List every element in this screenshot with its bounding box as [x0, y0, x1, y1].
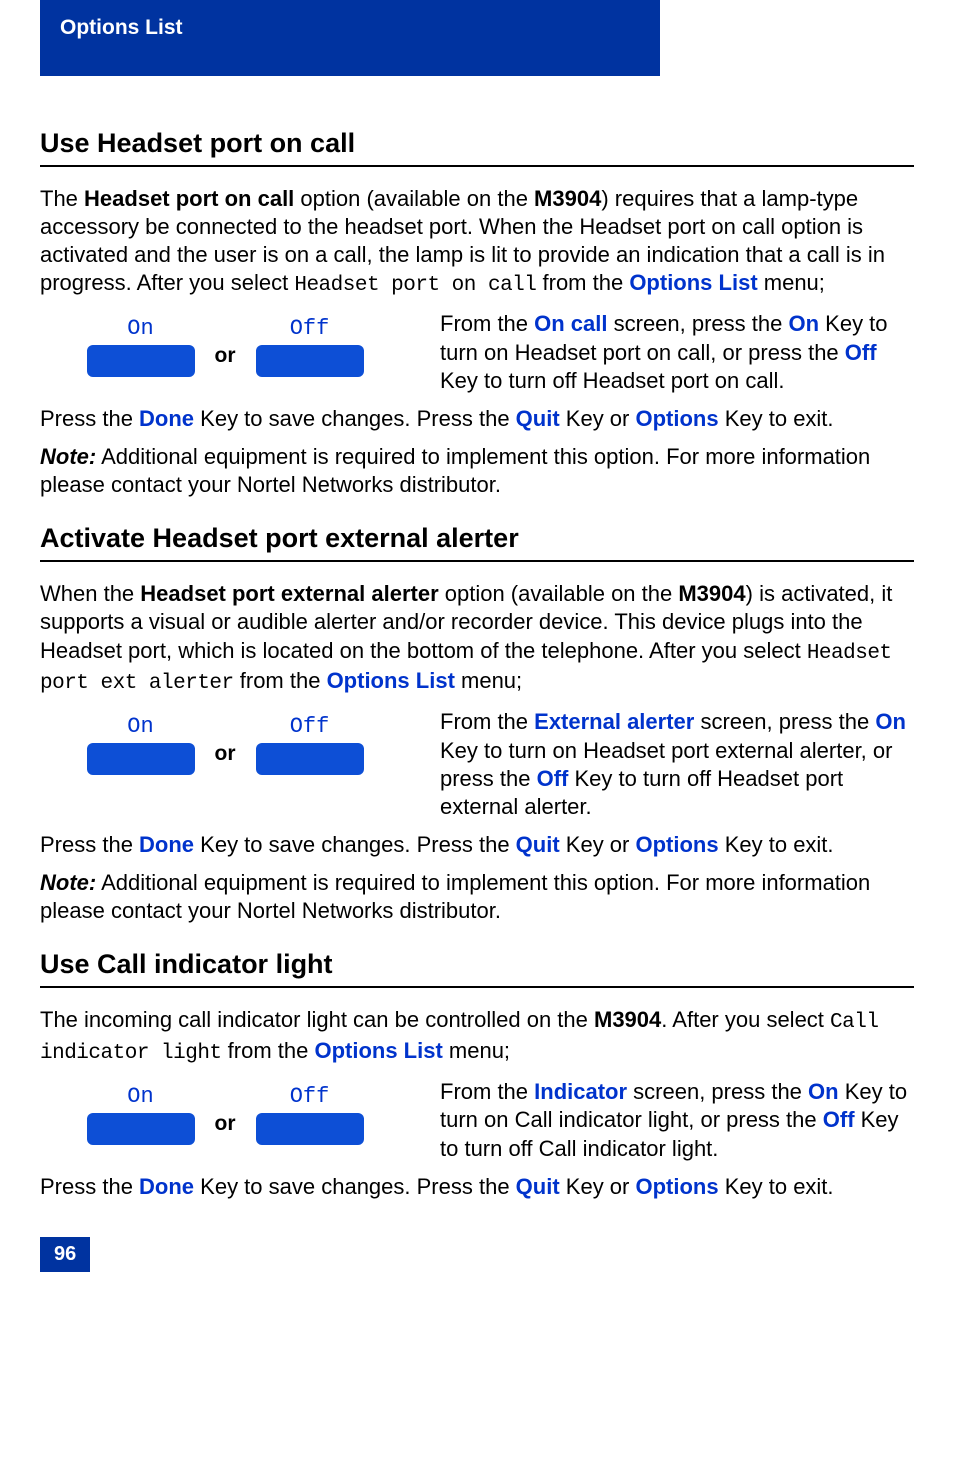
quit-key-link: Quit	[516, 1174, 560, 1199]
section3-done: Press the Done Key to save changes. Pres…	[40, 1173, 914, 1201]
header-tab: Options List	[40, 0, 660, 76]
options-key-link: Options	[635, 832, 718, 857]
indicator-link: Indicator	[534, 1079, 627, 1104]
done-key-link: Done	[139, 832, 194, 857]
text: Press the	[40, 1174, 139, 1199]
text-bold: Headset port on call	[84, 186, 294, 211]
on-call-link: On call	[534, 311, 607, 336]
section1-done: Press the Done Key to save changes. Pres…	[40, 405, 914, 433]
text: option (available on the	[294, 186, 534, 211]
section3-desc: From the Indicator screen, press the On …	[440, 1078, 914, 1162]
softkey-block: On or Off	[40, 708, 410, 775]
external-alerter-link: External alerter	[534, 709, 694, 734]
section1-desc: From the On call screen, press the On Ke…	[440, 310, 914, 394]
text: from the	[536, 270, 629, 295]
on-key-link: On	[808, 1079, 839, 1104]
off-key-link: Off	[537, 766, 569, 791]
text: When the	[40, 581, 140, 606]
text: Press the	[40, 406, 139, 431]
text: Key or	[560, 406, 636, 431]
on-key-link: On	[788, 311, 819, 336]
section1-note: Note: Additional equipment is required t…	[40, 443, 914, 499]
text: menu;	[443, 1038, 510, 1063]
options-list-link[interactable]: Options List	[327, 668, 455, 693]
softkey-on[interactable]	[87, 345, 195, 377]
done-key-link: Done	[139, 406, 194, 431]
softkey-block: On or Off	[40, 310, 410, 377]
text: The incoming call indicator light can be…	[40, 1007, 594, 1032]
section2-intro: When the Headset port external alerter o…	[40, 580, 914, 698]
note-text: Additional equipment is required to impl…	[40, 444, 870, 497]
text: Key or	[560, 1174, 636, 1199]
options-key-link: Options	[635, 1174, 718, 1199]
text: menu;	[758, 270, 825, 295]
text-bold: Headset port external alerter	[140, 581, 438, 606]
off-key-link: Off	[845, 340, 877, 365]
quit-key-link: Quit	[516, 832, 560, 857]
text-bold: M3904	[678, 581, 745, 606]
text: menu;	[455, 668, 522, 693]
text-mono: Headset port on call	[294, 274, 536, 297]
page-number: 96	[40, 1237, 90, 1272]
section3-intro: The incoming call indicator light can be…	[40, 1006, 914, 1068]
text: Key to save changes. Press the	[194, 406, 516, 431]
or-text: or	[215, 724, 236, 766]
section-title-headset-port-on-call: Use Headset port on call	[40, 128, 914, 167]
section2-desc: From the External alerter screen, press …	[440, 708, 914, 821]
text: Key to save changes. Press the	[194, 1174, 516, 1199]
text: screen, press the	[694, 709, 875, 734]
note-label: Note:	[40, 444, 96, 469]
section1-intro: The Headset port on call option (availab…	[40, 185, 914, 300]
text: from the	[222, 1038, 315, 1063]
on-key-link: On	[875, 709, 906, 734]
softkey-label-on: On	[127, 714, 153, 739]
softkey-label-off: Off	[290, 316, 330, 341]
options-list-link[interactable]: Options List	[629, 270, 757, 295]
text: screen, press the	[627, 1079, 808, 1104]
text-bold: M3904	[534, 186, 601, 211]
softkey-off[interactable]	[256, 345, 364, 377]
softkey-block: On or Off	[40, 1078, 410, 1145]
softkey-label-off: Off	[290, 1084, 330, 1109]
done-key-link: Done	[139, 1174, 194, 1199]
or-text: or	[215, 326, 236, 368]
softkey-label-on: On	[127, 1084, 153, 1109]
softkey-off[interactable]	[256, 743, 364, 775]
softkey-label-on: On	[127, 316, 153, 341]
text: Press the	[40, 832, 139, 857]
quit-key-link: Quit	[516, 406, 560, 431]
text: From the	[440, 311, 534, 336]
text: option (available on the	[439, 581, 679, 606]
softkey-on[interactable]	[87, 743, 195, 775]
softkey-label-off: Off	[290, 714, 330, 739]
off-key-link: Off	[823, 1107, 855, 1132]
text: Key to exit.	[719, 832, 834, 857]
section2-done: Press the Done Key to save changes. Pres…	[40, 831, 914, 859]
text: screen, press the	[608, 311, 789, 336]
text: Key to exit.	[719, 1174, 834, 1199]
text: from the	[234, 668, 327, 693]
text: From the	[440, 709, 534, 734]
text: From the	[440, 1079, 534, 1104]
text: Key to save changes. Press the	[194, 832, 516, 857]
softkey-off[interactable]	[256, 1113, 364, 1145]
section2-note: Note: Additional equipment is required t…	[40, 869, 914, 925]
text: Key to turn off Headset port on call.	[440, 368, 784, 393]
text: . After you select	[661, 1007, 830, 1032]
options-key-link: Options	[635, 406, 718, 431]
text: The	[40, 186, 84, 211]
section-title-call-indicator: Use Call indicator light	[40, 949, 914, 988]
note-text: Additional equipment is required to impl…	[40, 870, 870, 923]
options-list-link[interactable]: Options List	[314, 1038, 442, 1063]
text: Key to exit.	[719, 406, 834, 431]
text-bold: M3904	[594, 1007, 661, 1032]
note-label: Note:	[40, 870, 96, 895]
or-text: or	[215, 1094, 236, 1136]
section-title-external-alerter: Activate Headset port external alerter	[40, 523, 914, 562]
softkey-on[interactable]	[87, 1113, 195, 1145]
text: Key or	[560, 832, 636, 857]
